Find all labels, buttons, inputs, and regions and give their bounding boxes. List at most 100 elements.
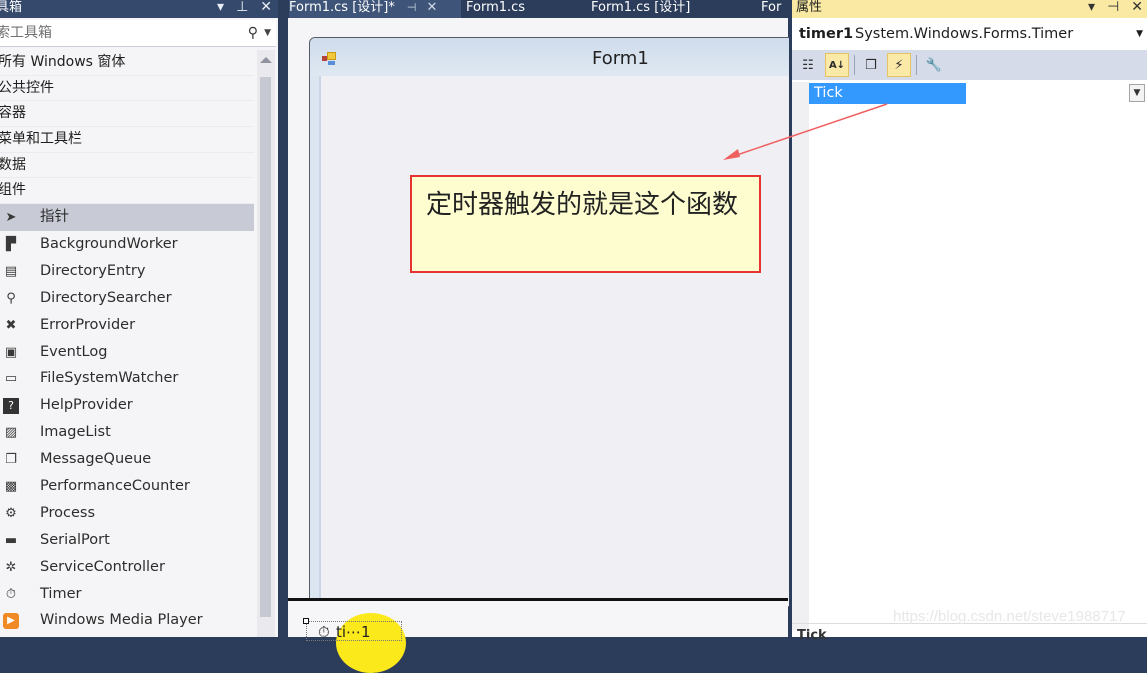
category-label: 公共控件 <box>0 79 54 96</box>
toolbox-title: 具箱 <box>0 0 23 15</box>
search-icon[interactable]: ⚲ <box>248 20 258 46</box>
item-label: DirectoryEntry <box>40 262 146 279</box>
search-options-dropdown-icon[interactable]: ▼ <box>264 20 271 46</box>
design-canvas[interactable]: Form1 <box>288 18 799 607</box>
properties-panel: 属性 ▾ ⊣ ✕ timer1 System.Windows.Forms.Tim… <box>792 0 1147 643</box>
toolbox-item-errorprovider[interactable]: ✖ ErrorProvider <box>0 312 254 339</box>
background-worker-icon: ▛ <box>6 237 16 253</box>
close-tab-icon[interactable]: ✕ <box>426 0 437 15</box>
categorized-button[interactable]: ☷ <box>796 53 820 77</box>
toolbox-category[interactable]: 容器 <box>0 101 254 128</box>
item-label: 指针 <box>40 209 69 226</box>
toolbox-item-helpprovider[interactable]: ? HelpProvider <box>0 392 254 419</box>
categorized-icon: ☷ <box>802 57 814 73</box>
toolbox-item-performancecounter[interactable]: ▩ PerformanceCounter <box>0 473 254 500</box>
toolbox-item-eventlog[interactable]: ▣ EventLog <box>0 339 254 366</box>
pin-icon[interactable]: ⊥ <box>236 0 248 15</box>
timer-icon: ⏱ <box>5 586 17 602</box>
tab-form1-design-modified[interactable]: Form1.cs [设计]* ⊣ ✕ <box>289 0 461 18</box>
category-label: 菜单和工具栏 <box>0 131 82 148</box>
properties-titlebar: 属性 ▾ ⊣ ✕ <box>792 0 1147 18</box>
document-tabs: Form1.cs [设计]* ⊣ ✕ Form1.cs Form1.cs [设计] … <box>284 0 789 18</box>
lightning-icon: ⚡ <box>894 57 904 73</box>
object-selector[interactable]: timer1 System.Windows.Forms.Timer ▼ <box>792 20 1147 48</box>
toolbox-category[interactable]: 公共控件 <box>0 76 254 102</box>
item-label: DirectorySearcher <box>40 289 172 306</box>
toolbox-item-backgroundworker[interactable]: ▛ BackgroundWorker <box>0 231 254 258</box>
toolbox-item-imagelist[interactable]: ▨ ImageList <box>0 419 254 446</box>
event-handler-dropdown[interactable]: ▼ <box>1129 84 1145 102</box>
toolbox-item-filesystemwatcher[interactable]: ▭ FileSystemWatcher <box>0 365 254 392</box>
scroll-thumb[interactable] <box>260 77 271 617</box>
splitter-left[interactable] <box>278 0 281 637</box>
toolbox-category[interactable]: 所有 Windows 窗体 <box>0 50 254 76</box>
dropdown-icon[interactable]: ▾ <box>1088 0 1095 15</box>
toolbox-search-input[interactable]: 索工具箱 ⚲ ▼ <box>0 20 276 47</box>
dropdown-icon[interactable]: ▾ <box>217 0 224 15</box>
splitter-right[interactable] <box>789 0 792 637</box>
scroll-up-arrow-icon[interactable] <box>260 57 272 63</box>
media-player-icon: ▶ <box>3 613 19 630</box>
item-label: ImageList <box>40 424 111 441</box>
help-provider-icon: ? <box>3 398 19 415</box>
performance-counter-icon: ▩ <box>4 479 18 495</box>
toolbox-item-timer[interactable]: ⏱ Timer <box>0 581 254 608</box>
tab-label: For <box>761 0 782 15</box>
toolbox-item-servicecontroller[interactable]: ✲ ServiceController <box>0 554 254 581</box>
category-label: 容器 <box>0 105 26 122</box>
item-label: ServiceController <box>40 558 165 575</box>
service-controller-icon: ✲ <box>5 559 17 575</box>
tab-form1-truncated[interactable]: For <box>761 0 781 18</box>
event-row-tick[interactable]: Tick ▼ <box>792 82 1147 104</box>
resize-handle[interactable] <box>303 618 309 624</box>
object-name: timer1 <box>799 26 854 42</box>
directory-searcher-icon: ⚲ <box>6 290 16 306</box>
form1-titlebar[interactable]: Form1 <box>310 38 798 76</box>
message-queue-icon: ❐ <box>5 452 17 468</box>
toolbox-titlebar: 具箱 ▾ ⊥ ✕ <box>0 0 278 18</box>
toolbox-category[interactable]: 数据 <box>0 153 254 179</box>
description-title: Tick <box>797 628 827 643</box>
toolbox-category[interactable]: 组件 <box>0 178 254 205</box>
property-pages-button[interactable]: 🔧 <box>922 53 946 77</box>
event-name[interactable]: Tick <box>809 83 966 104</box>
events-button[interactable]: ⚡ <box>887 53 911 77</box>
tray-component-timer1[interactable]: ti⋯1 <box>336 623 371 641</box>
toolbox-item-messagequeue[interactable]: ❐ MessageQueue <box>0 446 254 473</box>
category-label: 数据 <box>0 156 26 173</box>
toolbox-scrollbar[interactable] <box>257 50 275 637</box>
tab-form1-design[interactable]: Form1.cs [设计] <box>591 0 690 18</box>
pin-icon[interactable]: ⊣ <box>407 1 417 14</box>
tab-form1-code[interactable]: Form1.cs <box>466 0 525 18</box>
toolbar-separator <box>916 55 917 75</box>
component-tray[interactable]: ⏱ ti⋯1 <box>288 601 788 673</box>
close-icon[interactable]: ✕ <box>1131 0 1143 15</box>
tab-label: Form1.cs [设计] <box>591 0 691 15</box>
toolbar-separator <box>854 55 855 75</box>
form-icon <box>322 51 338 65</box>
form1-client-area[interactable] <box>319 76 798 606</box>
error-provider-icon: ✖ <box>5 317 17 333</box>
toolbox-item-directorysearcher[interactable]: ⚲ DirectorySearcher <box>0 285 254 312</box>
chevron-down-icon[interactable]: ▼ <box>1136 20 1143 48</box>
event-log-icon: ▣ <box>4 344 18 360</box>
properties-button[interactable]: ❒ <box>859 53 883 77</box>
toolbox-item-windowsmediaplayer[interactable]: ▶ Windows Media Player <box>0 607 254 634</box>
pin-icon[interactable]: ⊣ <box>1107 0 1119 15</box>
alphabetical-button[interactable]: A↓ <box>825 53 849 77</box>
toolbox-item-pointer[interactable]: ➤ 指针 <box>0 204 254 232</box>
close-icon[interactable]: ✕ <box>260 0 272 15</box>
toolbox-item-process[interactable]: ⚙ Process <box>0 500 254 527</box>
annotation-callout: 定时器触发的就是这个函数 <box>410 175 761 273</box>
tab-label: Form1.cs [设计]* <box>289 0 395 15</box>
toolbox-item-directoryentry[interactable]: ▤ DirectoryEntry <box>0 258 254 285</box>
object-type: System.Windows.Forms.Timer <box>855 26 1074 42</box>
form1-window[interactable]: Form1 <box>309 37 799 607</box>
watermark: https://blog.csdn.net/steve1988717 <box>893 608 1126 625</box>
toolbox-item-serialport[interactable]: ▬ SerialPort <box>0 527 254 554</box>
toolbox-category[interactable]: 菜单和工具栏 <box>0 127 254 153</box>
item-label: SerialPort <box>40 531 110 548</box>
properties-toolbar: ☷ A↓ ❒ ⚡ 🔧 <box>792 50 1147 80</box>
item-label: PerformanceCounter <box>40 478 190 495</box>
item-label: Timer <box>40 585 82 602</box>
